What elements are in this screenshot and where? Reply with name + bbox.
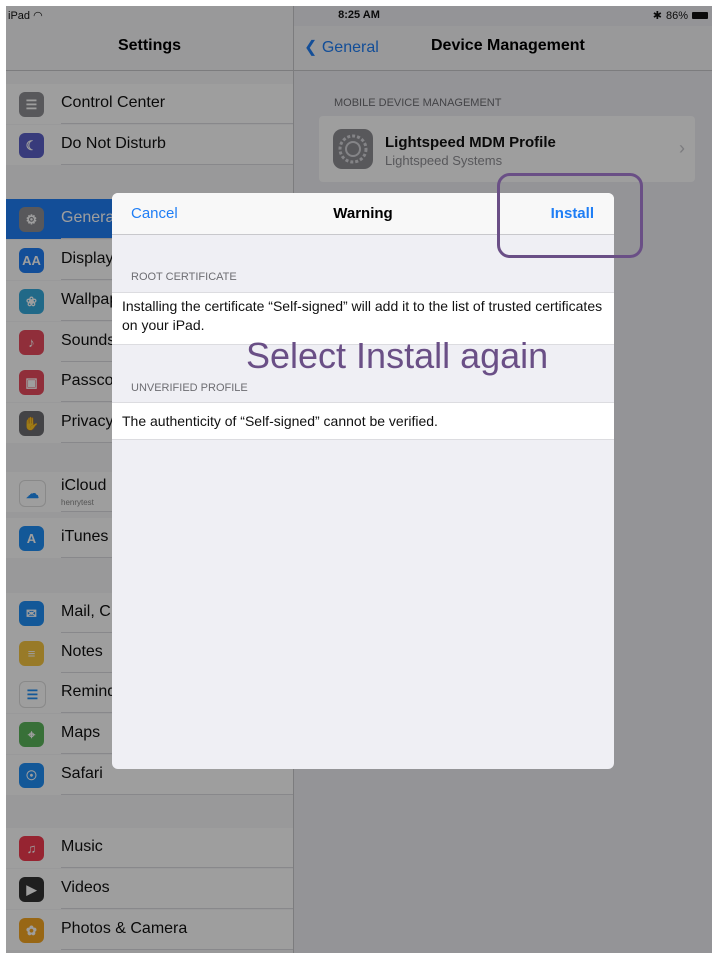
- ipad-screen: Settings ☰ Control Center ☾ Do Not Disturb ⚙…: [6, 6, 712, 953]
- install-highlight-box: [497, 173, 643, 258]
- annotation-text: Select Install again: [246, 335, 549, 376]
- root-certificate-header: ROOT CERTIFICATE: [131, 271, 237, 283]
- warning-modal: Cancel Warning Install ROOT CERTIFICATE …: [112, 193, 614, 769]
- unverified-profile-text: The authenticity of “Self-signed” cannot…: [112, 402, 614, 440]
- unverified-profile-header: UNVERIFIED PROFILE: [131, 382, 248, 394]
